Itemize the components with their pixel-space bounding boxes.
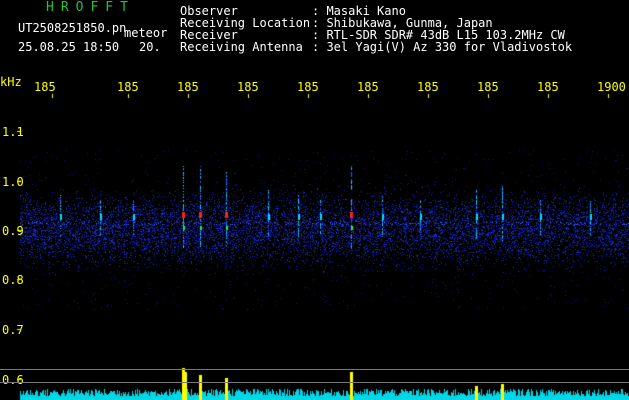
time-tick: 185	[477, 80, 499, 94]
time-tick: 1900	[597, 80, 626, 94]
time-tick: 185	[297, 80, 319, 94]
time-tick: 185	[357, 80, 379, 94]
brand-logo: HROFFT	[46, 0, 135, 15]
freq-tick: 0.8	[2, 273, 24, 287]
level-guide-upper	[0, 369, 629, 370]
time-tick: 185	[417, 80, 439, 94]
mode-label: meteor	[124, 26, 168, 40]
freq-tick: 0.7	[2, 323, 24, 337]
freq-unit-label: kHz	[0, 75, 22, 89]
time-tick: 185	[537, 80, 559, 94]
time-tick: 185	[237, 80, 259, 94]
freq-tick: 1.1	[2, 125, 24, 139]
level-guide-lower	[0, 382, 629, 383]
time-tick: 185	[117, 80, 139, 94]
info-label-antenna: Receiving Antenna	[180, 40, 303, 54]
time-tick: 185	[177, 80, 199, 94]
filename: UT2508251850.pn	[18, 21, 127, 35]
freq-tick: 1.0	[2, 175, 24, 189]
time-tick: 185	[34, 80, 56, 94]
info-value-antenna: : 3el Yagi(V) Az 330 for Vladivostok	[312, 40, 573, 54]
minute-mark: 20.	[139, 40, 161, 54]
freq-tick: 0.6	[2, 373, 24, 387]
spectrogram-canvas	[0, 0, 629, 400]
freq-tick: 0.9	[2, 224, 24, 238]
datetime: 25.08.25 18:50	[18, 40, 120, 54]
